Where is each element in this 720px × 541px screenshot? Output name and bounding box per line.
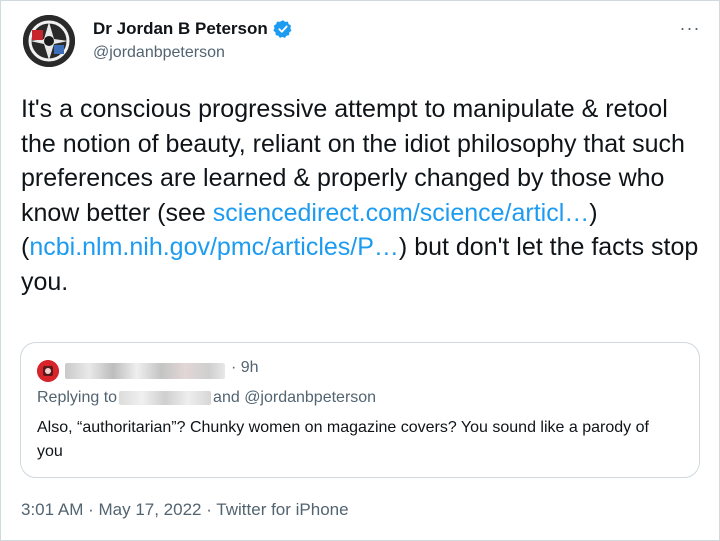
quoted-replying-to: Replying to and @jordanbpeterson xyxy=(37,389,376,407)
tweet-link-sciencedirect[interactable]: sciencedirect.com/science/articl… xyxy=(213,199,590,227)
replying-prefix: Replying to xyxy=(37,389,118,406)
quoted-author-avatar[interactable] xyxy=(37,360,59,382)
author-handle[interactable]: @jordanbpeterson xyxy=(93,44,225,62)
tweet-text: It's a conscious progressive attempt to … xyxy=(21,92,701,299)
tweet-link-ncbi[interactable]: ncbi.nlm.nih.gov/pmc/articles/P… xyxy=(29,233,399,261)
redacted-reply-handle xyxy=(119,390,212,405)
avatar-image-icon xyxy=(23,15,75,67)
replying-suffix[interactable]: and @jordanbpeterson xyxy=(213,389,376,406)
more-options-icon[interactable]: ··· xyxy=(677,18,703,38)
quoted-tweet[interactable]: · 9h Replying to and @jordanbpeterson Als… xyxy=(20,342,700,478)
redacted-author-name xyxy=(65,363,225,379)
quoted-tweet-text: Also, “authoritarian”? Chunky women on m… xyxy=(37,419,649,460)
author-name[interactable]: Dr Jordan B Peterson xyxy=(93,19,268,39)
quoted-tweet-time[interactable]: · 9h xyxy=(231,359,259,377)
quoted-avatar-icon xyxy=(37,360,59,382)
verified-badge-icon xyxy=(273,20,292,38)
author-avatar[interactable] xyxy=(23,15,75,67)
tweet-metadata[interactable]: 3:01 AM · May 17, 2022 · Twitter for iPh… xyxy=(21,500,349,520)
tweet-card: Dr Jordan B Peterson @jordanbpeterson ··… xyxy=(0,0,720,541)
author-name-row: Dr Jordan B Peterson xyxy=(93,19,293,39)
